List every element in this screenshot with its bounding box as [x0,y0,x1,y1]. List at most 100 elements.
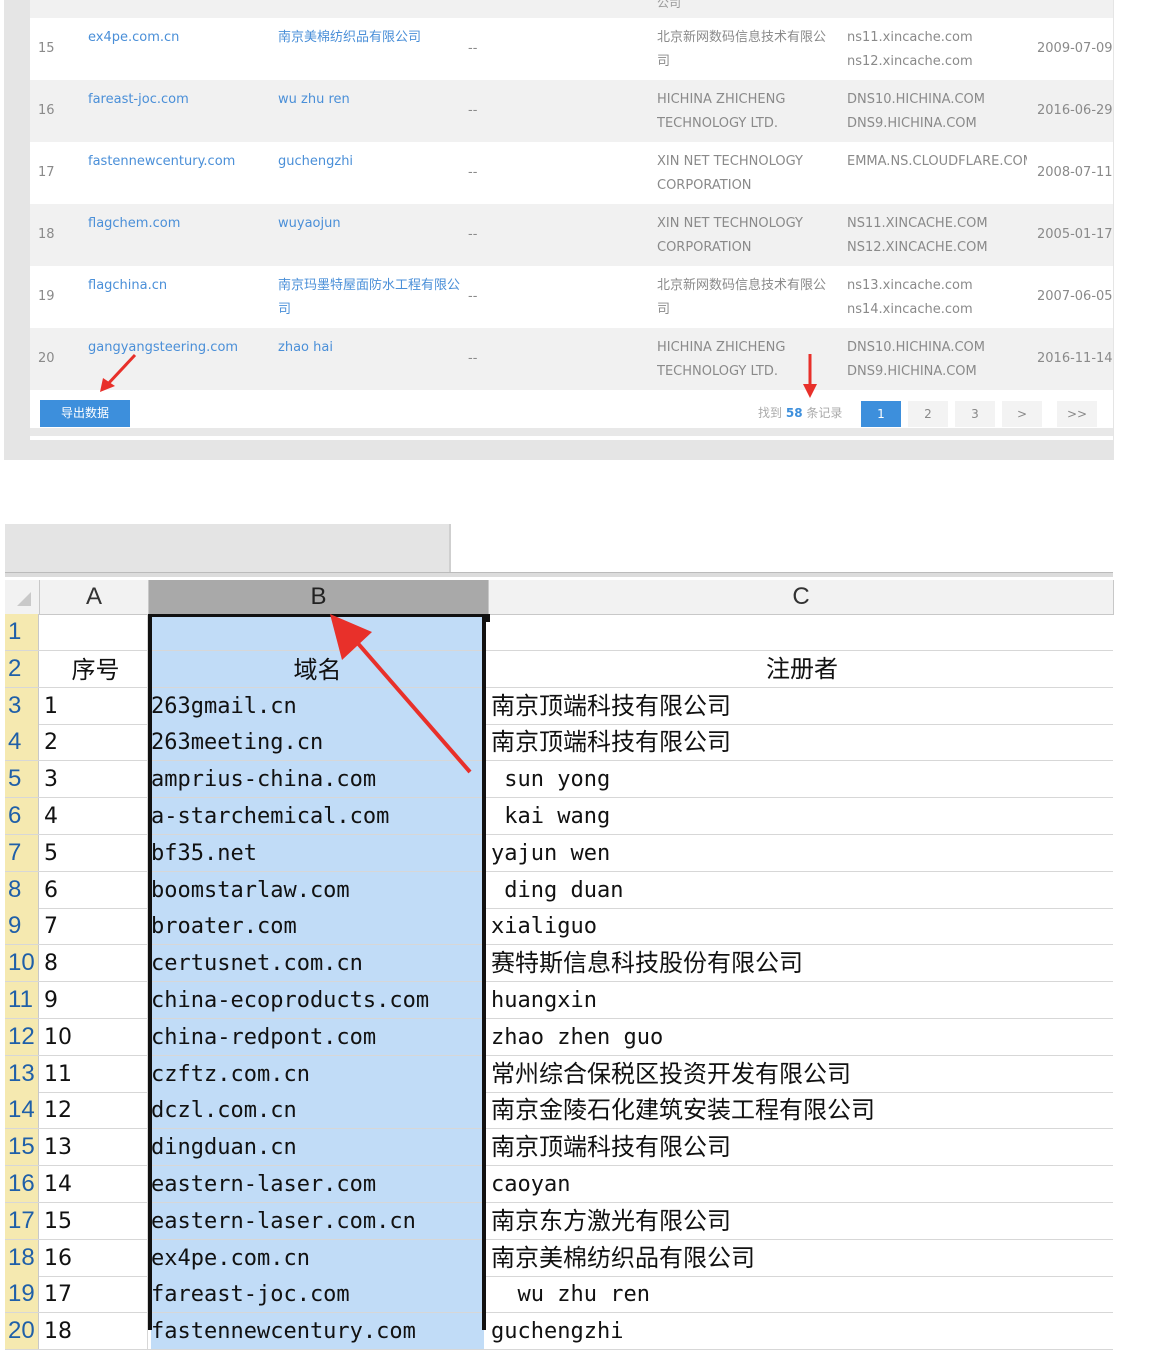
domain-link[interactable]: fareast-joc.com [88,88,268,112]
cell-a[interactable]: 8 [44,945,148,982]
cell-a[interactable]: 18 [44,1313,148,1350]
registrant-link[interactable]: 南京美棉纺织品有限公司 [278,26,463,50]
row-header[interactable]: 8 [5,871,39,908]
cell-b[interactable]: broater.com [151,908,484,945]
cell-a[interactable]: 13 [44,1129,148,1166]
cell-c[interactable]: 南京顶端科技有限公司 [491,724,1113,760]
row-header[interactable]: 16 [5,1166,39,1202]
row-header[interactable]: 14 [5,1092,39,1129]
cell-a[interactable]: 14 [44,1166,148,1202]
cell-a[interactable]: 17 [44,1276,148,1313]
cell-a[interactable]: 1 [44,687,148,724]
cell-b[interactable]: certusnet.com.cn [151,945,484,982]
pager-next[interactable]: > [1002,401,1042,427]
row-header[interactable]: 20 [5,1313,39,1350]
row-header[interactable]: 19 [5,1276,39,1313]
registrar-cell: XIN NET TECHNOLOGY CORPORATION [657,216,803,255]
cell-c[interactable]: 南京美棉纺织品有限公司 [491,1240,1113,1276]
fill-handle[interactable] [482,614,490,622]
cell-c[interactable] [491,614,1113,650]
cell-a[interactable]: 7 [44,908,148,945]
cell-c[interactable]: 赛特斯信息科技股份有限公司 [491,945,1113,981]
registrant-link[interactable]: guchengzhi [278,150,463,174]
cell-c[interactable]: 南京东方激光有限公司 [491,1203,1113,1239]
sheet-row: 18 16 ex4pe.com.cn 南京美棉纺织品有限公司 [5,1239,1113,1277]
registrant-link[interactable]: zhao hai [278,336,463,360]
cell-b[interactable]: czftz.com.cn [151,1055,484,1092]
cell-a[interactable]: 5 [44,834,148,871]
cell-c[interactable]: sun yong [491,761,1113,797]
pager-page-1[interactable]: 1 [861,401,901,427]
cell-a[interactable]: 15 [44,1202,148,1239]
row-header[interactable]: 6 [5,798,39,834]
cell-a[interactable]: 3 [44,761,148,798]
column-header-c[interactable]: C [489,580,1114,615]
cell-c[interactable]: zhao zhen guo [491,1019,1113,1055]
sheet-row: 5 3 amprius-china.com sun yong [5,761,1113,799]
row-header[interactable]: 17 [5,1202,39,1239]
cell-c[interactable]: xialiguo [491,908,1113,944]
cell-a[interactable]: 16 [44,1239,148,1276]
row-header[interactable]: 4 [5,724,39,761]
cell-c[interactable]: huangxin [491,982,1113,1018]
row-header[interactable]: 9 [5,908,39,945]
select-all-corner[interactable] [5,580,40,615]
cell-a[interactable]: 12 [44,1092,148,1129]
cell-c[interactable]: ding duan [491,872,1113,908]
domain-link[interactable]: fastennewcentury.com [88,150,268,174]
domain-link[interactable]: flagchem.com [88,212,268,236]
pager-page-2[interactable]: 2 [908,401,948,427]
cell-b[interactable]: china-redpont.com [151,1018,484,1055]
column-header-b[interactable]: B [149,580,489,615]
export-data-button[interactable]: 导出数据 [40,400,130,427]
cell-b[interactable]: a-starchemical.com [151,798,484,834]
cell-c[interactable]: guchengzhi [491,1313,1113,1349]
row-header[interactable]: 12 [5,1018,39,1055]
column-header-a[interactable]: A [40,580,149,615]
row-header[interactable]: 3 [5,687,39,724]
cell-c[interactable]: caoyan [491,1166,1113,1202]
cell-b[interactable]: boomstarlaw.com [151,871,484,908]
cell-b[interactable]: eastern-laser.com [151,1166,484,1202]
registrant-link[interactable]: 南京玛墨特屋面防水工程有限公司 [278,274,463,322]
domain-link[interactable]: flagchina.cn [88,274,268,298]
domain-link[interactable]: ex4pe.com.cn [88,26,268,50]
row-header[interactable]: 1 [5,614,39,650]
cell-b[interactable]: bf35.net [151,834,484,871]
registrant-link[interactable]: wuyaojun [278,212,463,236]
cell-a[interactable]: 11 [44,1055,148,1092]
cell-a[interactable]: 9 [44,982,148,1018]
row-header[interactable]: 15 [5,1129,39,1166]
row-header[interactable]: 5 [5,761,39,798]
cell-b[interactable]: dczl.com.cn [151,1092,484,1129]
row-header[interactable]: 10 [5,945,39,982]
pager-page-3[interactable]: 3 [955,401,995,427]
row-header[interactable]: 2 [5,650,39,687]
cell-c[interactable]: 南京金陵石化建筑安装工程有限公司 [491,1092,1113,1128]
cell-a[interactable]: 6 [44,871,148,908]
cell-a[interactable]: 10 [44,1018,148,1055]
cell-b[interactable]: fareast-joc.com [151,1276,484,1313]
cell-c[interactable]: kai wang [491,798,1113,834]
cell-b[interactable]: fastennewcentury.com [151,1313,484,1350]
cell-c[interactable]: 注册者 [491,651,1113,687]
cell-c[interactable]: 南京顶端科技有限公司 [491,688,1113,724]
cell-c[interactable]: yajun wen [491,835,1113,871]
row-header[interactable]: 11 [5,982,39,1018]
cell-c[interactable]: wu zhu ren [491,1276,1113,1312]
cell-a[interactable]: 序号 [44,650,148,687]
row-header[interactable]: 13 [5,1055,39,1092]
cell-a[interactable]: 2 [44,724,148,761]
cell-b[interactable]: eastern-laser.com.cn [151,1202,484,1239]
cell-c[interactable]: 南京顶端科技有限公司 [491,1129,1113,1165]
cell-b[interactable]: dingduan.cn [151,1129,484,1166]
pager-last[interactable]: >> [1057,401,1097,427]
cell-b[interactable]: china-ecoproducts.com [151,982,484,1018]
cell-c[interactable]: 常州综合保税区投资开发有限公司 [491,1056,1113,1092]
row-header[interactable]: 7 [5,834,39,871]
row-header[interactable]: 18 [5,1239,39,1276]
cell-a[interactable]: 4 [44,798,148,834]
registrant-link[interactable]: wu zhu ren [278,88,463,112]
cell-b[interactable]: ex4pe.com.cn [151,1239,484,1276]
cell-a[interactable] [44,614,148,650]
